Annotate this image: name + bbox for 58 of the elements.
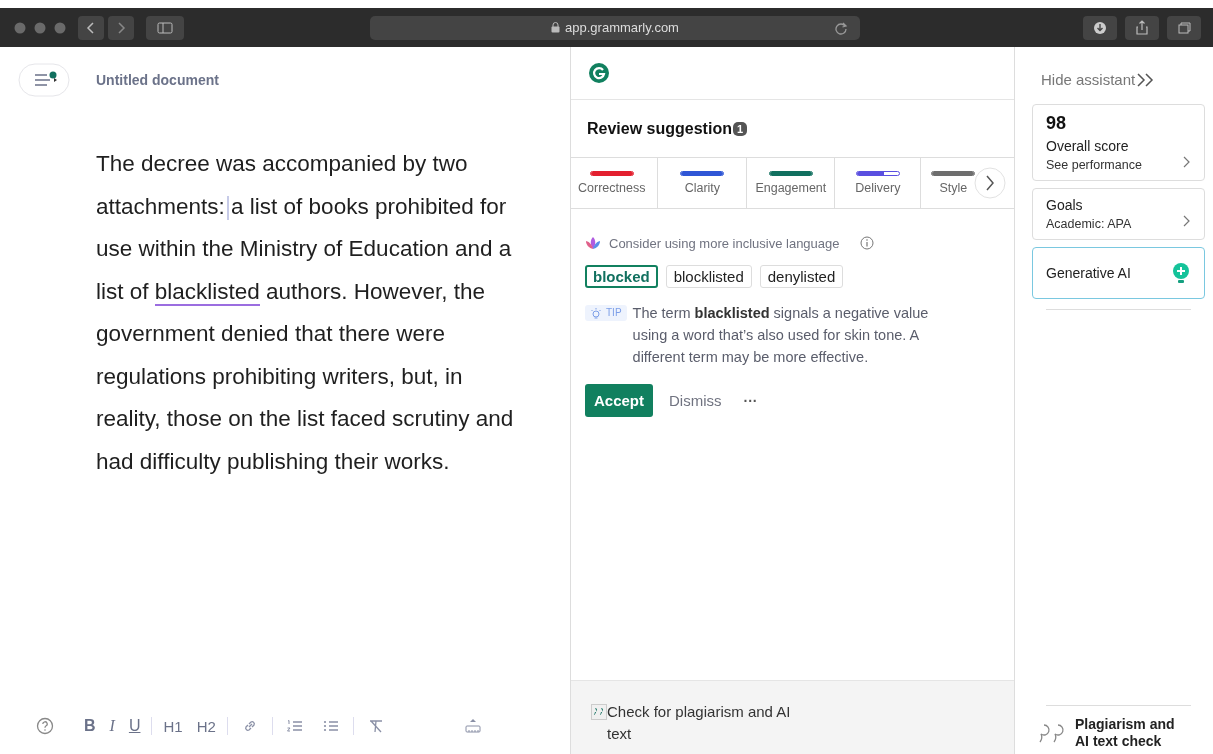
format-button[interactable]: U <box>128 717 141 735</box>
category-tab[interactable]: Clarity <box>658 158 748 208</box>
generative-ai-card[interactable]: Generative AI <box>1032 247 1205 299</box>
performance-link[interactable]: See performance <box>1046 158 1142 172</box>
category-tab[interactable]: Delivery <box>835 158 922 208</box>
help-icon[interactable] <box>36 717 54 735</box>
more-button[interactable]: ··· <box>737 386 764 415</box>
format-button[interactable]: I <box>109 717 115 735</box>
window-controls-icon[interactable] <box>14 21 66 34</box>
share-icon[interactable] <box>1125 15 1159 40</box>
hide-assistant-button[interactable]: Hide assistant <box>1041 71 1205 88</box>
replacement-option[interactable]: denylisted <box>759 265 844 288</box>
g-logo-icon[interactable] <box>589 63 609 83</box>
quote-icon[interactable] <box>591 704 607 720</box>
chevron-icon[interactable] <box>1183 156 1191 168</box>
category-tab[interactable]: Style <box>921 158 976 208</box>
document-title[interactable]: Untitled document <box>96 72 219 88</box>
url-text: app.grammarly.com <box>551 20 679 35</box>
accept-button[interactable]: Accept <box>585 384 654 417</box>
score-label: Overall score <box>1046 138 1130 154</box>
reload-icon[interactable] <box>834 20 848 35</box>
chevron-icon[interactable] <box>1183 215 1191 227</box>
goals-card[interactable]: Goals Academic: APA <box>1032 188 1205 240</box>
lock-icon[interactable] <box>551 22 561 33</box>
lightbulb-icon[interactable] <box>1171 262 1191 284</box>
generative-ai-label: Generative AI <box>1046 265 1131 281</box>
count-badge: 1 <box>732 122 748 136</box>
replacement-option[interactable]: blocklisted <box>665 265 752 288</box>
tip-text: The term blacklisted signals a negative value using a word that’s also used for skin tone. A different term may be more effective. <box>632 304 930 367</box>
document-text: The decree was accompanied by two attachments: a list of books prohibited for use within the Ministry of Education and a list of blacklisted authors. However, the government denied that there were regulations prohibiting writers, but, in reality, those on the list faced scrutiny and had difficulty publishing their works. <box>96 150 515 476</box>
suggestion-title: Consider using more inclusive language <box>609 235 840 251</box>
score-card[interactable]: 98 Overall score See performance <box>1032 104 1205 181</box>
format-button[interactable]: B <box>84 717 96 735</box>
address-bar[interactable]: app.grammarly.com <box>370 15 860 40</box>
plagiarism-check-button[interactable]: Plagiarism and AI text check <box>1075 716 1190 750</box>
goals-label: Goals <box>1046 197 1084 213</box>
ruler-icon[interactable] <box>463 717 482 735</box>
format-button[interactable]: H1 <box>163 717 183 735</box>
replacement-option[interactable]: blocked <box>585 265 658 288</box>
forward-icon[interactable] <box>108 15 134 40</box>
numbered-list-icon[interactable] <box>285 717 304 735</box>
lotus-icon[interactable] <box>585 235 601 251</box>
goals-value: Academic: APA <box>1046 217 1132 231</box>
back-icon[interactable] <box>78 15 104 40</box>
sidebar-icon[interactable] <box>146 15 184 40</box>
info-icon[interactable] <box>859 236 874 250</box>
dismiss-button[interactable]: Dismiss <box>659 384 732 417</box>
format-button[interactable]: H2 <box>196 717 216 735</box>
tip-label: TIP <box>606 306 622 320</box>
menu-icon[interactable] <box>18 63 70 97</box>
score-value: 98 <box>1046 113 1068 134</box>
tabs-icon[interactable] <box>1167 15 1201 40</box>
download-icon[interactable] <box>1083 15 1117 40</box>
plagiarism-check-link[interactable]: Check for plagiarism and AI text <box>607 701 817 745</box>
lightbulb-icon[interactable] <box>590 307 602 319</box>
panel-heading: Review suggestion <box>587 120 732 138</box>
category-tab[interactable]: Engagement <box>747 158 836 208</box>
category-tab[interactable]: Correctness <box>571 158 659 208</box>
